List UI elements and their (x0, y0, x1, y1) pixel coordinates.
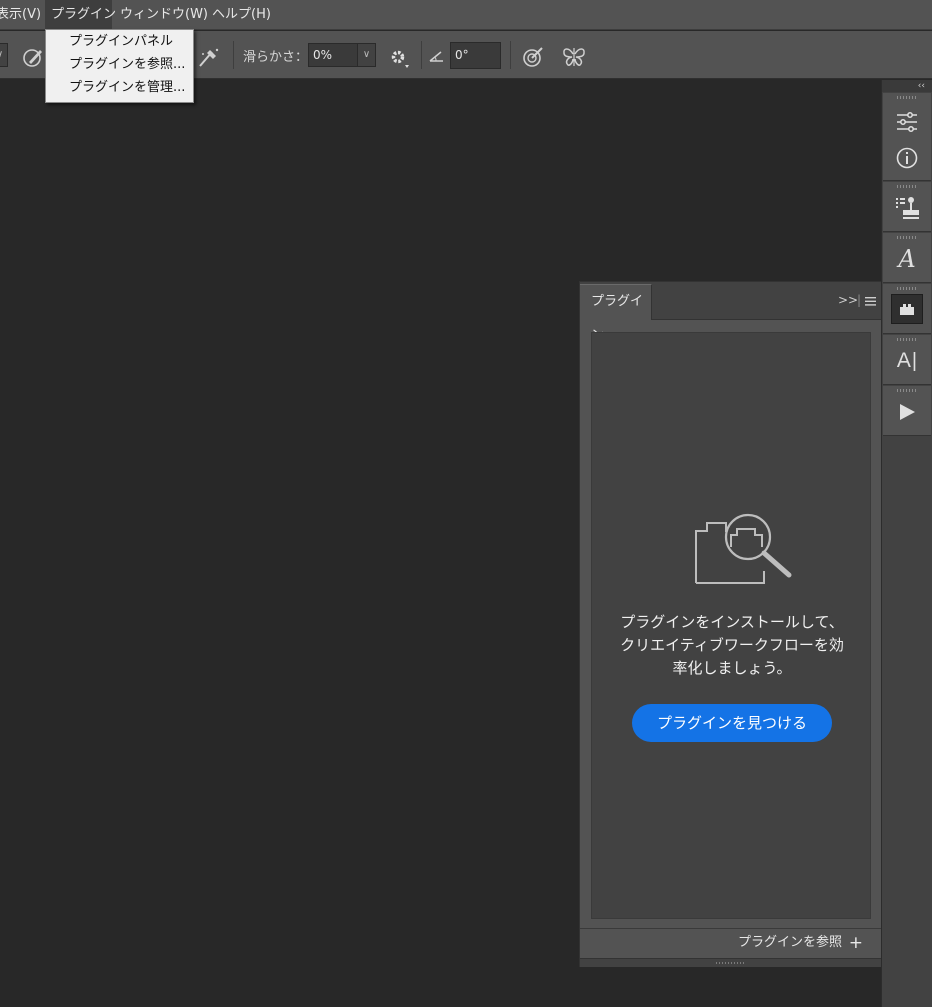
group-grip[interactable] (897, 389, 917, 392)
plugins-panel: プラグイン >> | プラグインをインストールして、 クリエイティブワークフロー… (579, 281, 881, 967)
group-grip[interactable] (897, 236, 917, 239)
plugins-empty-state: プラグインをインストールして、 クリエイティブワークフローを効 率化しましょう。… (591, 332, 871, 919)
menu-plugins[interactable]: プラグイン (45, 0, 116, 29)
panel-resize-handle[interactable] (580, 958, 881, 967)
menu-view[interactable]: 表示(V) (0, 0, 47, 29)
symmetry-butterfly-icon[interactable] (561, 45, 587, 69)
menu-item-manage-plugins[interactable]: プラグインを管理... (46, 77, 193, 99)
panel-icon-strip: ‹‹ A A | (881, 80, 932, 1007)
panel-menu-icon[interactable] (865, 297, 876, 306)
smoothing-input[interactable]: 0% (308, 43, 358, 67)
smoothing-label: 滑らかさ： (243, 50, 309, 65)
panel-group (883, 386, 931, 436)
plugins-menu-dropdown: プラグインパネル プラグインを参照... プラグインを管理... (45, 29, 194, 103)
empty-state-message: プラグインをインストールして、 クリエイティブワークフローを効 率化しましょう。 (620, 613, 844, 677)
clone-source-icon[interactable] (891, 193, 923, 223)
glyphs-icon[interactable]: A (891, 244, 923, 274)
brush-tool-icon[interactable] (22, 46, 46, 68)
group-grip[interactable] (897, 185, 917, 188)
plugins-icon[interactable] (891, 294, 923, 324)
adjustments-icon[interactable] (891, 107, 923, 137)
browse-plugins-link[interactable]: プラグインを参照 (738, 929, 842, 957)
collapse-panels-icon[interactable]: ‹‹ (882, 80, 932, 92)
group-grip[interactable] (897, 96, 917, 99)
panel-tab-bar: プラグイン >> | (580, 282, 881, 343)
menu-bar: 表示(V) プラグイン ウィンドウ(W) ヘルプ(H) (0, 0, 932, 30)
separator (233, 41, 234, 69)
panel-expand-icon[interactable]: >> (838, 293, 858, 307)
group-grip[interactable] (897, 287, 917, 290)
character-icon[interactable]: A | (891, 346, 923, 376)
group-grip[interactable] (897, 338, 917, 341)
pressure-size-icon[interactable] (521, 45, 545, 69)
angle-icon (429, 51, 443, 62)
airbrush-icon[interactable] (196, 46, 222, 68)
panel-group (883, 284, 931, 334)
panel-group: A | (883, 335, 931, 385)
separator (510, 41, 511, 69)
add-plugin-icon[interactable]: + (849, 929, 863, 957)
panel-footer: プラグインを参照 + (580, 928, 881, 958)
tab-plugins[interactable]: プラグイン (580, 284, 652, 343)
grip (716, 962, 744, 964)
menu-item-plugins-panel[interactable]: プラグインパネル (46, 31, 193, 53)
preset-dropdown[interactable]: ∨ (0, 43, 8, 67)
panel-group (883, 182, 931, 232)
menu-item-browse-plugins[interactable]: プラグインを参照... (46, 54, 193, 76)
panel-group (883, 93, 931, 181)
separator (421, 41, 422, 69)
menu-window[interactable]: ウィンドウ(W) (114, 0, 214, 29)
smoothing-dropdown-icon[interactable]: ∨ (358, 43, 376, 67)
actions-play-icon[interactable] (891, 397, 923, 427)
angle-input[interactable]: 0° (450, 42, 501, 69)
panel-group: A (883, 233, 931, 283)
gear-icon[interactable] (388, 47, 412, 69)
menu-help[interactable]: ヘルプ(H) (206, 0, 277, 29)
info-icon[interactable] (891, 143, 923, 173)
find-plugins-button[interactable]: プラグインを見つける (632, 704, 832, 742)
plugin-search-icon (695, 513, 792, 584)
panel-divider: | (857, 293, 862, 307)
